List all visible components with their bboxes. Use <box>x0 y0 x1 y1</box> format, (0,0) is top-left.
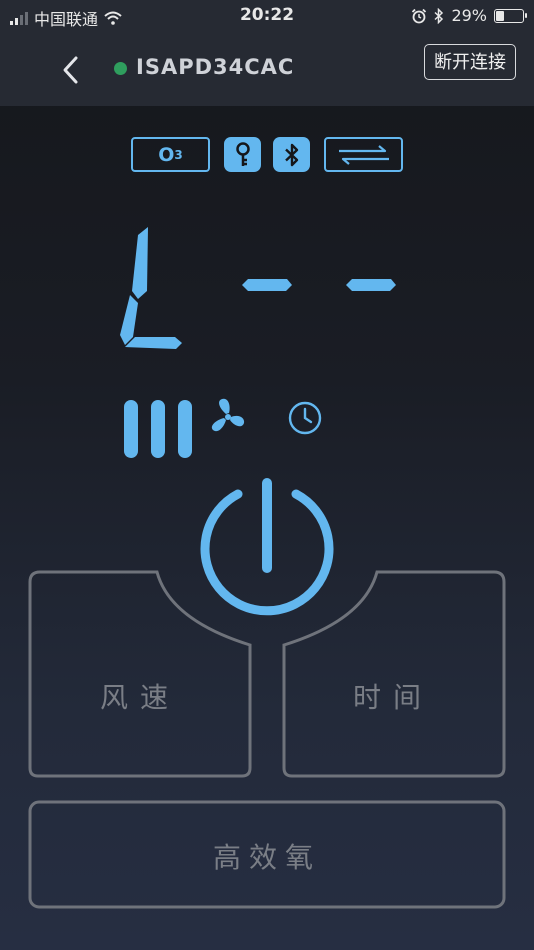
power-button[interactable] <box>198 474 336 612</box>
disconnect-button[interactable]: 断开连接 <box>424 44 516 80</box>
status-bar: 中国联通 20:22 29% <box>0 0 534 34</box>
key-icon <box>224 137 261 172</box>
nav-bar: ISAPD34CAC 断开连接 <box>0 34 534 106</box>
status-right-group: 29% <box>411 6 527 25</box>
fan-speed-bars <box>124 400 192 458</box>
battery-icon <box>494 8 527 23</box>
time-button[interactable] <box>284 612 504 776</box>
ozone-indicator: O3 <box>131 137 210 172</box>
speed-button[interactable] <box>30 612 250 776</box>
ozone-label: O <box>158 143 175 166</box>
segment-l-upper <box>132 227 148 299</box>
swap-arrows-icon <box>324 137 403 172</box>
fan-speed-bar <box>178 400 192 458</box>
ozone-subscript: 3 <box>174 147 183 162</box>
device-name: ISAPD34CAC <box>136 55 295 79</box>
app-screen: 中国联通 20:22 29% ISAPD34CAC 断开连接 O 3 风速 时间… <box>0 0 534 950</box>
segment-display <box>120 227 396 349</box>
fan-speed-bar <box>151 400 165 458</box>
fan-icon <box>211 398 245 432</box>
connection-status-dot <box>114 62 127 75</box>
oxygen-button[interactable] <box>30 802 504 907</box>
segment-dash-2 <box>346 279 396 291</box>
clock-icon <box>288 401 322 435</box>
segment-l-bottom <box>125 337 182 349</box>
fan-speed-bar <box>124 400 138 458</box>
segment-dash-1 <box>242 279 292 291</box>
chevron-left-icon[interactable] <box>56 52 86 88</box>
battery-fill <box>496 10 504 21</box>
bluetooth-indicator-icon <box>273 137 310 172</box>
bluetooth-icon <box>434 7 444 24</box>
battery-percent: 29% <box>451 6 487 25</box>
alarm-icon <box>412 8 427 23</box>
